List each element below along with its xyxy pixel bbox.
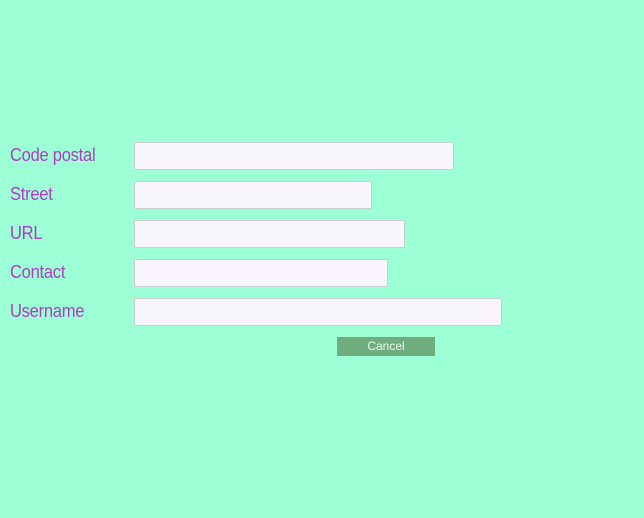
form-row-street: Street: [0, 181, 644, 209]
contact-label: Contact: [10, 262, 66, 282]
url-input[interactable]: [134, 220, 405, 248]
contact-input[interactable]: [134, 259, 388, 287]
street-input[interactable]: [134, 181, 372, 209]
url-label: URL: [10, 223, 43, 243]
cancel-button[interactable]: Cancel: [337, 337, 435, 356]
username-input[interactable]: [134, 298, 502, 326]
code-postal-input[interactable]: [134, 142, 454, 170]
street-label: Street: [10, 184, 53, 204]
form-row-code-postal: Code postal: [0, 142, 644, 170]
form-row-username: Username: [0, 298, 644, 326]
form-row-url: URL: [0, 220, 644, 248]
form-row-contact: Contact: [0, 259, 644, 287]
code-postal-label: Code postal: [10, 145, 96, 165]
username-label: Username: [10, 301, 85, 321]
